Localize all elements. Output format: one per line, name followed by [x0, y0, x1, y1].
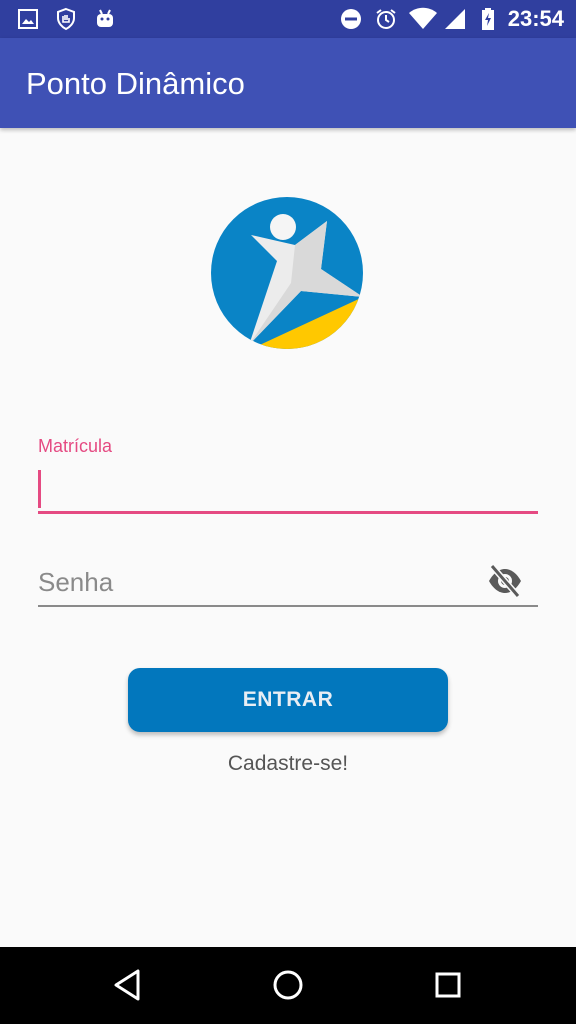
matricula-label: Matrícula [38, 436, 113, 456]
clock: 23:54 [507, 6, 564, 31]
signal-icon [445, 9, 465, 29]
wifi-icon [409, 7, 437, 29]
app-logo [211, 197, 363, 349]
back-icon[interactable] [108, 965, 148, 1005]
navigation-bar [0, 947, 576, 1024]
recents-icon[interactable] [428, 965, 468, 1005]
matricula-input[interactable] [38, 466, 538, 512]
do-not-disturb-icon [341, 9, 361, 29]
visibility-off-icon[interactable] [486, 563, 524, 599]
cadastre-link[interactable]: Cadastre-se! [0, 752, 576, 776]
alarm-icon [376, 9, 396, 29]
android-icon [97, 9, 113, 27]
entrar-button[interactable]: ENTRAR [128, 668, 448, 732]
status-bar: 23:54 [0, 0, 576, 38]
home-icon[interactable] [268, 965, 308, 1005]
matricula-underline [38, 511, 538, 514]
senha-input[interactable] [38, 562, 478, 602]
app-bar: Ponto Dinâmico [0, 38, 576, 128]
text-cursor [38, 470, 41, 508]
senha-underline [38, 605, 538, 607]
app-title: Ponto Dinâmico [26, 66, 245, 101]
image-icon [18, 9, 38, 29]
shield-hand-icon [57, 7, 75, 31]
battery-charging-icon [482, 8, 494, 30]
